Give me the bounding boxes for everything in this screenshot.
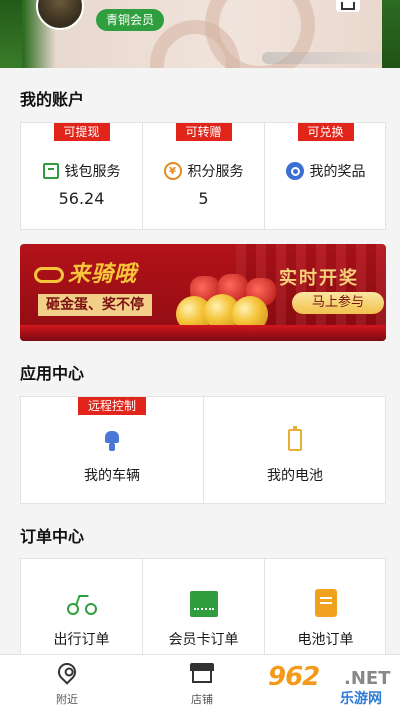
- wallet-balance: 56.24: [58, 189, 105, 208]
- tab-shop[interactable]: 店铺: [152, 655, 252, 711]
- profile-header: 青铜会员: [0, 0, 400, 68]
- points-icon: ¥: [163, 162, 182, 180]
- my-prizes-item[interactable]: 可兑换 我的奖品: [264, 123, 386, 229]
- app-center-title: 应用中心: [20, 364, 85, 383]
- tab-nearby-label: 附近: [56, 693, 78, 706]
- trip-orders-label: 出行订单: [53, 632, 110, 648]
- points-balance: 5: [198, 189, 209, 208]
- watermark-site-name: 乐游网: [340, 691, 382, 707]
- order-center-title: 订单中心: [20, 527, 85, 546]
- battery-icon: [288, 426, 302, 451]
- redeemable-tag: 可兑换: [297, 123, 354, 141]
- card-icon: [189, 591, 218, 617]
- app-center-card: 远程控制 我的车辆 我的电池: [20, 396, 386, 504]
- qr-code-icon[interactable]: [336, 0, 360, 12]
- clipboard-icon: [314, 589, 337, 617]
- points-service-item[interactable]: 可转赠 ¥ 积分服务 5: [142, 123, 264, 229]
- watermark-number: 962: [268, 662, 320, 692]
- shop-icon: [190, 663, 214, 683]
- battery-orders-item[interactable]: 电池订单: [264, 559, 386, 657]
- wallet-service-label: 钱包服务: [64, 164, 121, 180]
- location-pin-icon: [54, 659, 80, 685]
- my-vehicle-label: 我的车辆: [84, 468, 140, 484]
- member-level-badge[interactable]: 青铜会员: [96, 9, 165, 31]
- trip-orders-item[interactable]: 出行订单: [21, 559, 142, 657]
- blurred-text: [262, 52, 392, 64]
- scooter-icon: [101, 431, 123, 451]
- stage-decoration: [20, 325, 386, 341]
- my-battery-item[interactable]: 我的电池: [203, 397, 386, 503]
- leaf-decoration: [0, 0, 22, 68]
- membership-card-orders-label: 会员卡订单: [168, 632, 239, 648]
- account-section-title: 我的账户: [20, 90, 85, 109]
- withdrawable-tag: 可提现: [53, 123, 110, 141]
- membership-card-orders-item[interactable]: 会员卡订单: [142, 559, 264, 657]
- tab-nearby[interactable]: 附近: [17, 655, 117, 711]
- points-service-label: 积分服务: [187, 164, 244, 180]
- bicycle-icon: [66, 595, 97, 615]
- remote-control-tag: 远程控制: [77, 397, 147, 415]
- tab-shop-label: 店铺: [191, 693, 213, 706]
- my-prizes-label: 我的奖品: [309, 164, 366, 180]
- wallet-service-item[interactable]: 可提现 钱包服务 56.24: [21, 123, 142, 229]
- transferable-tag: 可转赠: [175, 123, 232, 141]
- promo-slogan: 砸金蛋、奖不停: [38, 294, 152, 316]
- my-vehicle-item[interactable]: 远程控制 我的车辆: [21, 397, 203, 503]
- my-battery-label: 我的电池: [267, 468, 323, 484]
- prize-icon: [285, 162, 304, 180]
- brand-logo: 来骑哦: [34, 256, 137, 288]
- battery-orders-label: 电池订单: [297, 632, 354, 648]
- promo-banner[interactable]: 来骑哦 砸金蛋、奖不停 实时开奖 马上参与: [20, 244, 386, 341]
- order-center-card: 出行订单 会员卡订单 电池订单: [20, 558, 386, 658]
- wallet-icon: [42, 163, 59, 179]
- promo-headline: 实时开奖: [279, 268, 359, 289]
- account-card: 可提现 钱包服务 56.24 可转赠 ¥ 积分服务 5 可兑换 我的奖品: [20, 122, 386, 230]
- avatar[interactable]: [36, 0, 84, 30]
- leaf-decoration: [382, 0, 400, 68]
- site-watermark: 962 .NET 乐游网: [256, 660, 400, 708]
- join-now-button[interactable]: 马上参与: [292, 292, 384, 314]
- watermark-net: .NET: [344, 668, 391, 689]
